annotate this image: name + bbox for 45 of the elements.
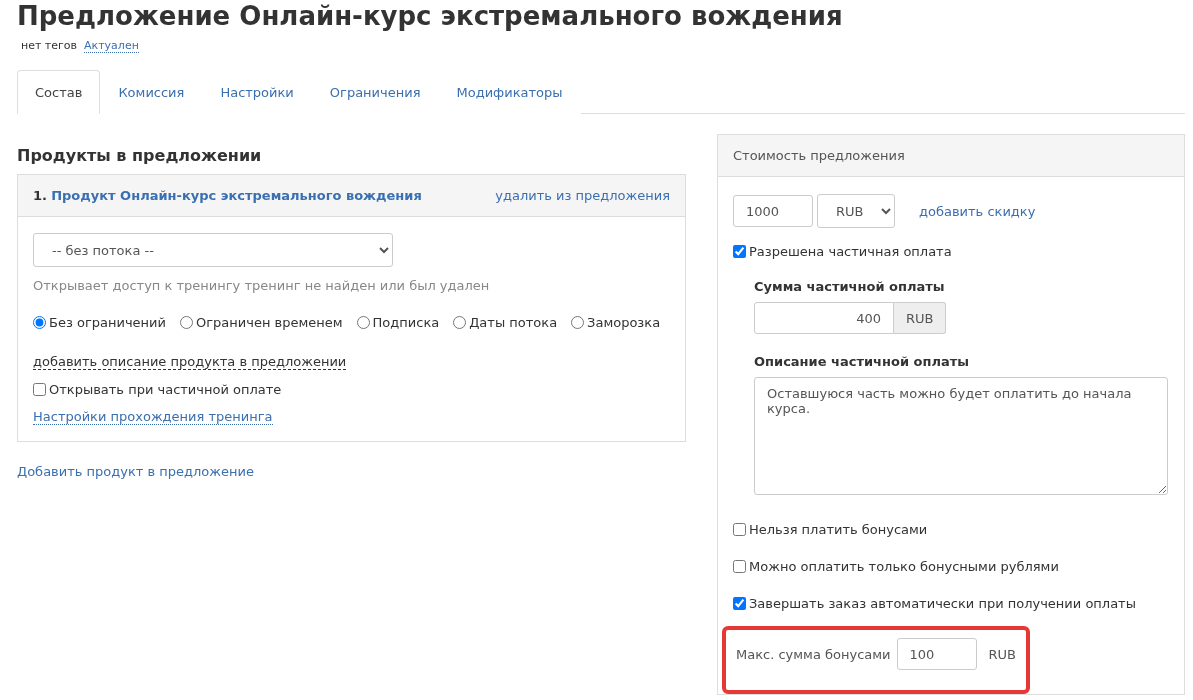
radio-button[interactable] [180, 316, 193, 329]
checkbox-label: Завершать заказ автоматически при получении оплаты [749, 596, 1136, 611]
checkbox-label: Нельзя платить бонусами [749, 522, 928, 537]
checkbox-label: Разрешена частичная оплата [749, 244, 952, 259]
page-title: Предложение Онлайн-курс экстремального вождения [17, 0, 844, 31]
training-settings-link[interactable]: Настройки прохождения тренинга [33, 409, 273, 425]
radio-label: Заморозка [587, 315, 661, 330]
field-label: Макс. сумма бонусами [736, 646, 891, 662]
field-label: Описание частичной оплаты [754, 354, 971, 369]
radio-button[interactable] [571, 316, 585, 329]
radio-label: Без ограничений [49, 315, 166, 330]
checkbox[interactable] [33, 383, 46, 396]
product-number: 1. [33, 188, 47, 203]
stream-select[interactable]: -- без потока -- [33, 233, 393, 267]
partial-sum-input[interactable]: 400 [754, 302, 894, 334]
radio-button[interactable] [356, 316, 370, 329]
currency-select[interactable]: RUB [817, 194, 895, 228]
checkbox-label: Открывать при частичной оплате [49, 382, 282, 397]
currency-addon: RUB [894, 302, 947, 334]
remove-link[interactable]: удалить из предложения [495, 188, 670, 203]
status-link[interactable]: Актуален [84, 39, 139, 53]
panel-heading: Стоимость предложения [718, 135, 1184, 177]
add-discount-link[interactable]: добавить скидку [919, 203, 1036, 219]
radio-label: Ограничен временем [196, 315, 343, 330]
access-note: Открывает доступ к тренингу тренинг не найден или был удален [33, 278, 491, 293]
checkbox[interactable] [733, 245, 746, 258]
radio-button[interactable] [453, 316, 467, 329]
add-description-link[interactable]: добавить описание продукта в предложении [33, 354, 347, 370]
max-bonus-input[interactable]: 100 [896, 638, 977, 670]
tags-text: нет тегов [21, 39, 78, 53]
field-label: Сумма частичной оплаты [754, 279, 946, 294]
product-link[interactable]: Продукт Онлайн-курс экстремального вождения [51, 188, 422, 203]
radio-label: Даты потока [469, 315, 558, 330]
add-product-link[interactable]: Добавить продукт в предложение [17, 464, 254, 479]
checkbox[interactable] [733, 523, 746, 536]
section-heading: Продукты в предложении [17, 146, 263, 165]
price-input[interactable]: 1000 [733, 195, 813, 227]
checkbox[interactable] [733, 560, 746, 573]
radio-button[interactable] [33, 316, 46, 329]
description-textarea[interactable]: Оставшуюся часть можно будет оплатить до начала курса. [754, 377, 1168, 495]
checkbox-label: Можно оплатить только бонусными рублями [749, 559, 1059, 574]
unit-text: RUB [988, 646, 1016, 662]
checkbox[interactable] [733, 597, 746, 610]
radio-label: Подписка [372, 315, 440, 330]
tab[interactable]: Состав [17, 70, 101, 114]
